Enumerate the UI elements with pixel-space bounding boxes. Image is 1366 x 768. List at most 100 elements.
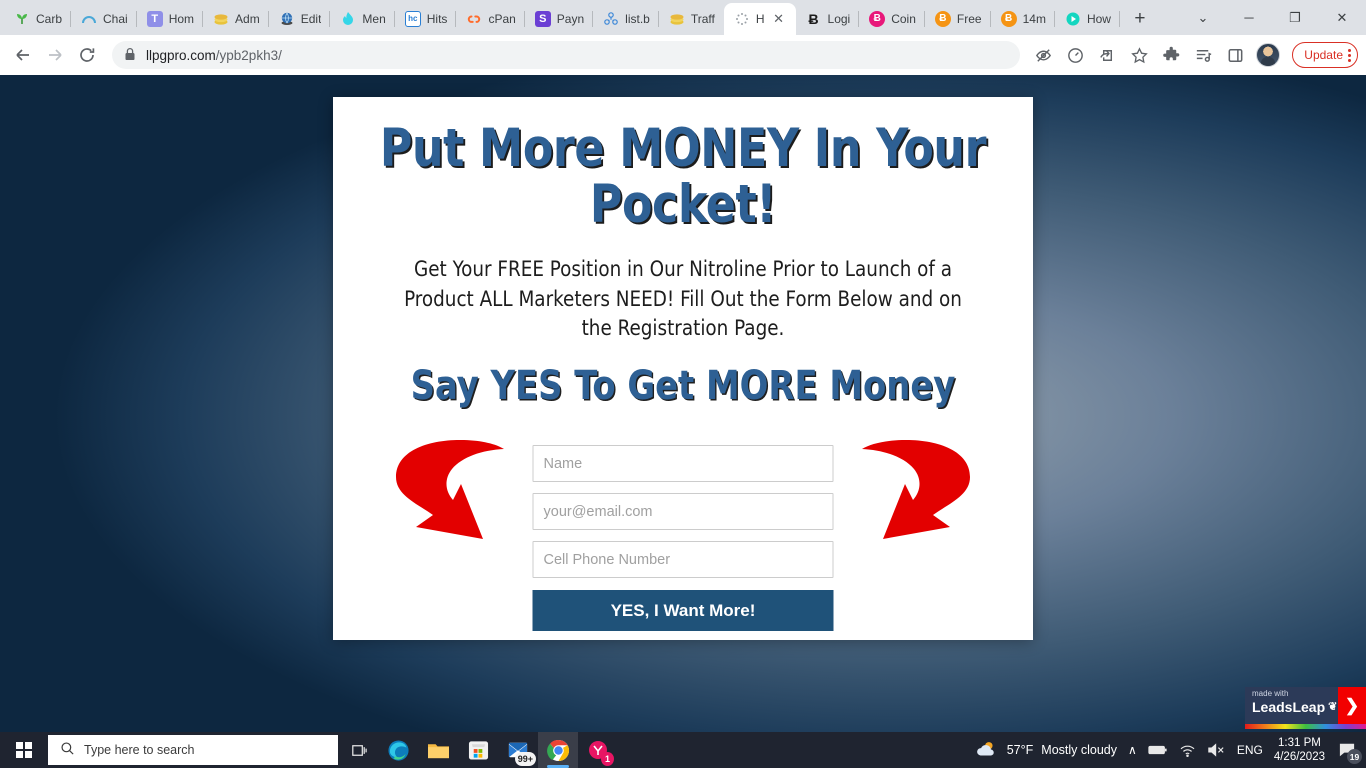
badge-arrow-icon[interactable]: ❯ [1338, 687, 1366, 724]
submit-button[interactable]: YES, I Want More! [532, 590, 834, 632]
coins-icon [213, 11, 229, 27]
reload-icon[interactable] [72, 40, 102, 70]
taskbar-search[interactable]: Type here to search [48, 735, 338, 765]
tab-search-icon[interactable]: ⌄ [1180, 0, 1226, 35]
form-zone: Name your@email.com Cell Phone Number YE… [333, 427, 1033, 640]
side-panel-icon[interactable] [1220, 40, 1250, 70]
avatar[interactable] [1256, 43, 1281, 67]
browser-tab[interactable]: Traff [659, 3, 724, 35]
tab-title: Carb [36, 12, 63, 26]
browser-tab[interactable]: Men [330, 3, 396, 35]
letter-s-icon: S [534, 11, 551, 27]
browser-tab[interactable]: How [1055, 3, 1120, 35]
mail-icon[interactable]: 99+ [498, 732, 538, 768]
badge-main: made with LeadsLeap ❦ ❯ [1245, 687, 1366, 724]
windows-taskbar: Type here to search 99+ 1 57°F Mostly cl… [0, 732, 1366, 768]
tab-title: list.b [625, 12, 650, 26]
browser-tab[interactable]: Ƀ Coin [859, 3, 925, 35]
volume-muted-icon[interactable] [1207, 743, 1226, 757]
maximize-button[interactable]: ❐ [1272, 0, 1318, 35]
system-tray: 57°F Mostly cloudy ∧ ENG 1:31 PM 4/26/20… [975, 732, 1366, 768]
address-bar-url: llpgpro.com/ypb2pkh3/ [146, 48, 282, 63]
tab-title: Chai [103, 12, 128, 26]
new-tab-button[interactable]: + [1126, 5, 1154, 33]
badge-text: made with LeadsLeap ❦ [1245, 687, 1338, 724]
tray-expand-icon[interactable]: ∧ [1128, 743, 1137, 757]
bitcoin-pink-icon: Ƀ [869, 11, 886, 27]
browser-tab[interactable]: Edit [269, 3, 331, 35]
start-button[interactable] [0, 732, 48, 768]
file-explorer-icon[interactable] [418, 732, 458, 768]
leadsleap-badge[interactable]: made with LeadsLeap ❦ ❯ [1245, 687, 1366, 729]
tab-title: Coin [891, 12, 916, 26]
taskbar-search-placeholder: Type here to search [84, 743, 195, 757]
clock-time: 1:31 PM [1278, 736, 1321, 749]
browser-tab[interactable]: T Hom [137, 3, 204, 35]
mail-badge: 99+ [514, 752, 536, 766]
weather-icon [975, 739, 999, 762]
leadsleap-logo-icon: ❦ [1328, 700, 1338, 713]
eye-off-icon[interactable] [1028, 40, 1058, 70]
chrome-menu-icon[interactable] [1348, 48, 1351, 62]
weather-condition: Mostly cloudy [1041, 743, 1118, 757]
taskbar-apps: 99+ 1 [338, 732, 618, 768]
browser-tab[interactable]: Ƀ Logi [796, 3, 860, 35]
weather-temperature: 57°F [1006, 743, 1034, 757]
share-node-icon [603, 11, 619, 27]
bitcoin-orange-icon: Ƀ [1000, 11, 1017, 27]
browser-tab[interactable]: Carb [4, 3, 72, 35]
badge-brand: LeadsLeap ❦ [1252, 700, 1338, 714]
tab-title: Hits [426, 12, 448, 26]
phone-input[interactable]: Cell Phone Number [532, 541, 834, 579]
browser-tab[interactable]: Adm [203, 3, 269, 35]
window-controls: ⌄ ─ ❐ ✕ [1180, 0, 1366, 35]
reading-list-icon[interactable] [1188, 40, 1218, 70]
wifi-icon[interactable] [1179, 744, 1196, 757]
update-label: Update [1304, 48, 1343, 62]
browser-tab[interactable]: hc Hits [395, 3, 457, 35]
bitcoin-orange-icon: Ƀ [934, 11, 951, 27]
tab-title: Free [956, 12, 982, 26]
microsoft-store-icon[interactable] [458, 732, 498, 768]
battery-icon[interactable] [1148, 744, 1168, 756]
page-title: Put More MONEY In Your Pocket! [379, 118, 987, 236]
name-input[interactable]: Name [532, 445, 834, 483]
browser-tab[interactable]: S Payn [525, 3, 594, 35]
tab-title: 14m [1022, 12, 1046, 26]
close-window-button[interactable]: ✕ [1318, 0, 1366, 35]
badge-rainbow-strip [1245, 724, 1366, 729]
curved-arrow-left-icon [390, 437, 510, 572]
browser-tab[interactable]: Ƀ 14m [991, 3, 1056, 35]
back-icon[interactable] [8, 40, 38, 70]
chrome-icon[interactable] [538, 732, 578, 768]
browser-tab[interactable]: list.b [593, 3, 659, 35]
weather-widget[interactable]: 57°F Mostly cloudy [975, 739, 1117, 762]
edge-icon[interactable] [378, 732, 418, 768]
email-input[interactable]: your@email.com [532, 493, 834, 531]
browser-tab[interactable]: Chai [71, 3, 137, 35]
minimize-button[interactable]: ─ [1226, 0, 1272, 35]
flame-icon [340, 11, 356, 27]
search-icon [60, 741, 75, 759]
extensions-icon[interactable] [1156, 40, 1186, 70]
windows-logo-icon [16, 742, 32, 758]
tab-title: Hom [168, 12, 195, 26]
secondary-heading: Say YES To Get MORE Money [410, 363, 956, 410]
close-tab-icon[interactable]: ✕ [771, 11, 787, 27]
clock[interactable]: 1:31 PM 4/26/2023 [1274, 736, 1325, 765]
browser-tab[interactable]: Ƀ Free [925, 3, 991, 35]
pink-app-icon[interactable]: 1 [578, 732, 618, 768]
update-button[interactable]: Update [1292, 42, 1358, 68]
task-view-icon[interactable] [338, 732, 378, 768]
address-bar[interactable]: llpgpro.com/ypb2pkh3/ [112, 41, 1021, 69]
browser-tab[interactable]: cPan [456, 3, 526, 35]
coins-icon [669, 11, 685, 27]
star-icon[interactable] [1124, 40, 1154, 70]
forward-icon[interactable] [40, 40, 70, 70]
browser-tab-active[interactable]: H ✕ [723, 3, 796, 35]
share-icon[interactable] [1092, 40, 1122, 70]
notifications-button[interactable]: 19 [1336, 739, 1362, 764]
sprout-icon [14, 11, 30, 27]
dashboard-icon[interactable] [1060, 40, 1090, 70]
language-indicator[interactable]: ENG [1237, 743, 1263, 757]
